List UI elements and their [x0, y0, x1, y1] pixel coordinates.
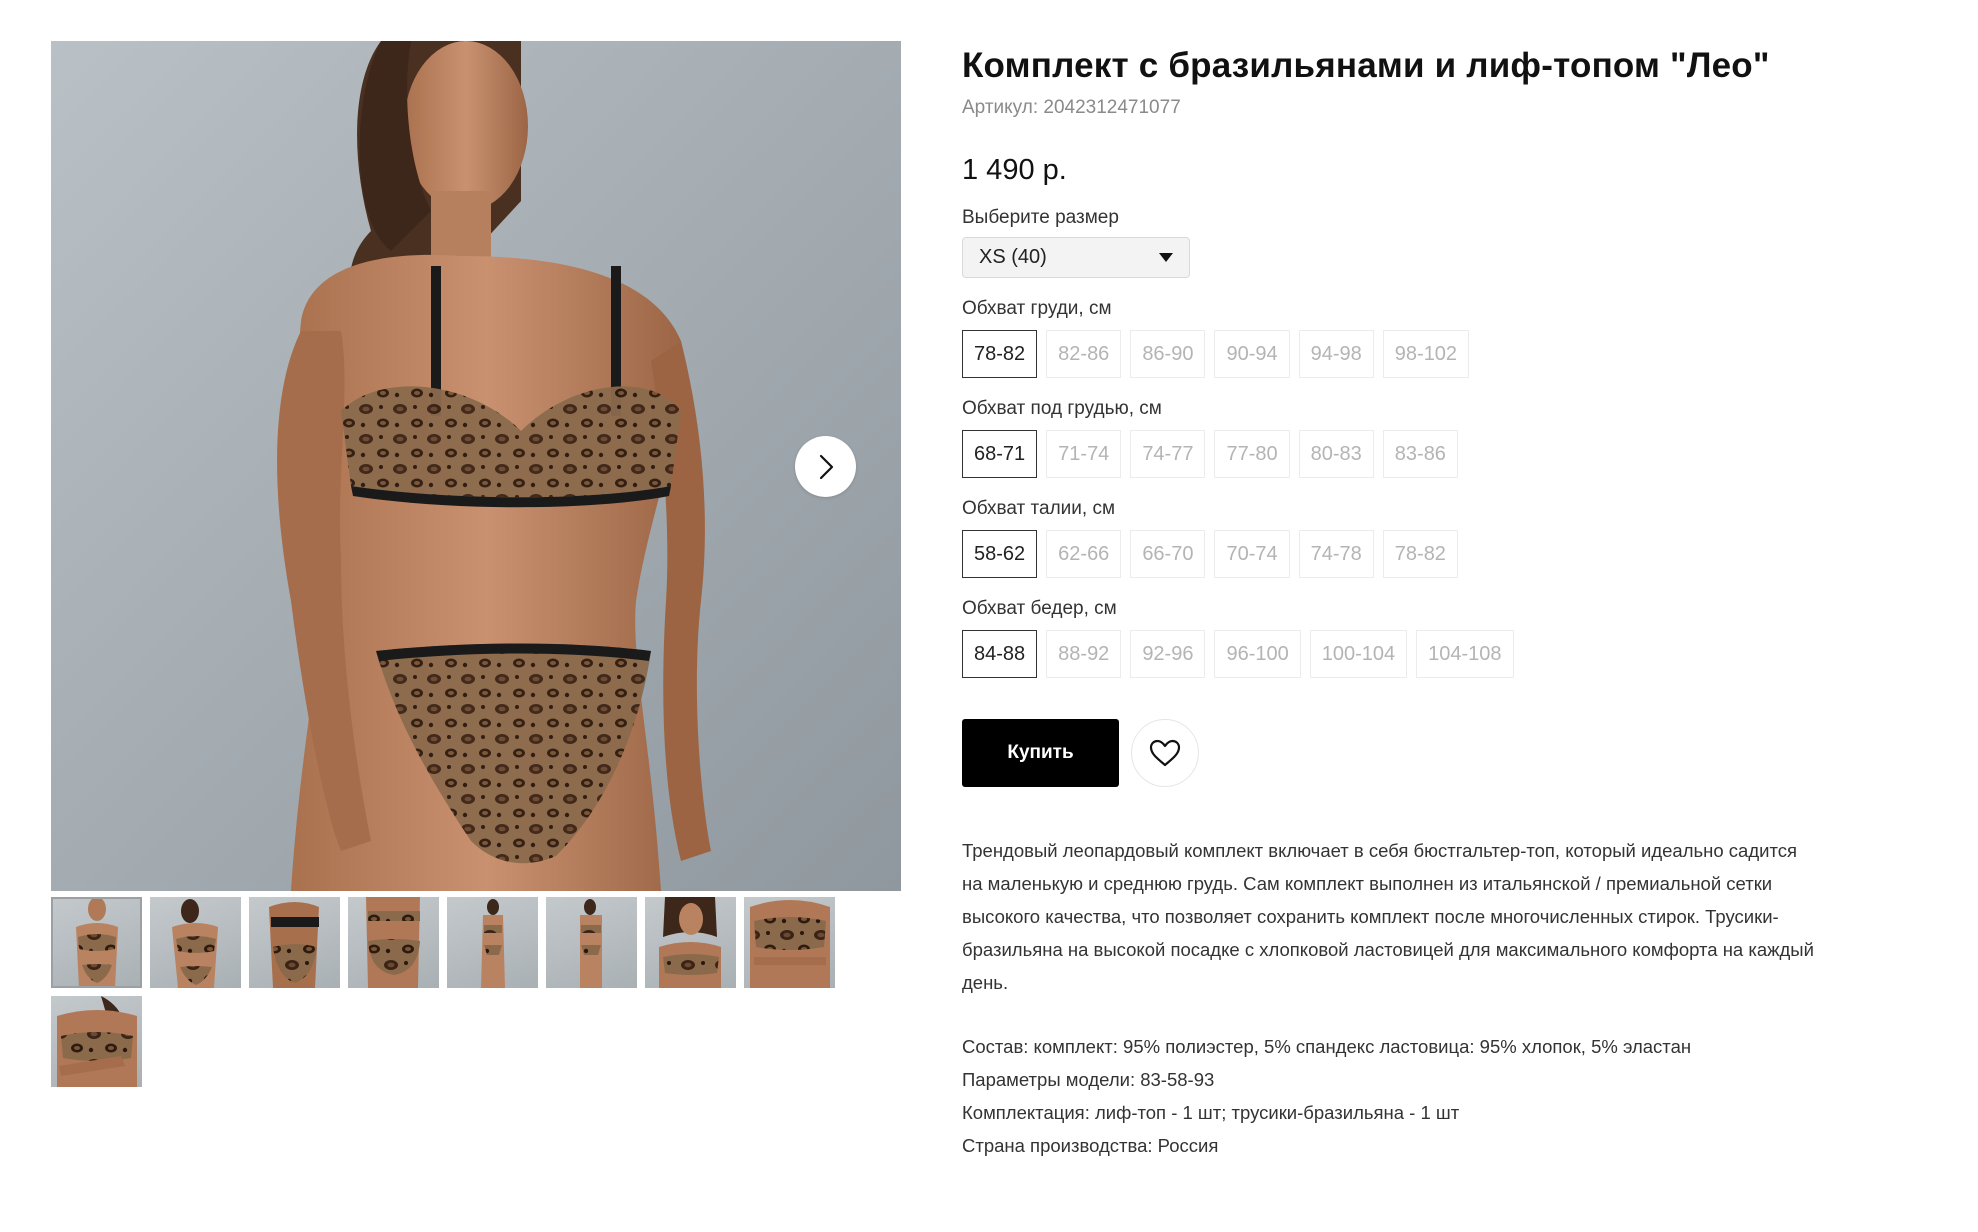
measurement-label: Обхват бедер, см	[962, 598, 1117, 619]
thumbnail[interactable]	[150, 897, 241, 988]
thumbnail[interactable]	[348, 897, 439, 988]
thumbnail[interactable]	[546, 897, 637, 988]
product-description: Трендовый леопардовый комплект включает …	[962, 840, 1814, 993]
measurement-label: Обхват под грудью, см	[962, 398, 1162, 419]
spec-line: Состав: комплект: 95% полиэстер, 5% спан…	[962, 1036, 1692, 1057]
measurement-option[interactable]: 78-82	[1382, 530, 1458, 578]
measurement-option[interactable]: 74-77	[1130, 430, 1206, 478]
product-details: Комплект с бразильянами и лиф-топом "Лео…	[962, 40, 1822, 1162]
measurement-option[interactable]: 70-74	[1214, 530, 1290, 578]
thumbnail[interactable]	[249, 897, 340, 988]
measurement-option[interactable]: 94-98	[1298, 330, 1374, 378]
measurement-group-underbust: Обхват под грудью, см 68-71 71-74 74-77 …	[962, 396, 1822, 478]
gallery-next-button[interactable]	[795, 436, 856, 497]
thumbnail[interactable]	[744, 897, 835, 988]
chevron-right-icon	[819, 454, 833, 479]
measurement-option[interactable]: 78-82	[962, 330, 1038, 378]
buy-button[interactable]: Купить	[962, 719, 1119, 787]
product-title: Комплект с бразильянами и лиф-топом "Лео…	[962, 46, 1770, 85]
measurement-options: 68-71 71-74 74-77 77-80 80-83 83-86	[962, 430, 1822, 478]
spec-line: Страна производства: Россия	[962, 1135, 1219, 1156]
add-to-favorites-button[interactable]	[1131, 719, 1199, 787]
measurement-group-bust: Обхват груди, см 78-82 82-86 86-90 90-94…	[962, 296, 1822, 378]
size-select-value: XS (40)	[979, 246, 1047, 268]
measurement-option[interactable]: 80-83	[1298, 430, 1374, 478]
size-select-label: Выберите размер	[962, 207, 1119, 228]
measurement-option[interactable]: 88-92	[1046, 630, 1122, 678]
thumbnail[interactable]	[447, 897, 538, 988]
thumbnail-strip	[51, 897, 901, 1087]
measurement-option[interactable]: 82-86	[1046, 330, 1122, 378]
spec-line: Параметры модели: 83-58-93	[962, 1069, 1215, 1090]
size-select[interactable]: XS (40)	[962, 237, 1190, 278]
product-specs: Состав: комплект: 95% полиэстер, 5% спан…	[962, 1030, 1822, 1162]
product-sku: Артикул: 2042312471077	[962, 97, 1181, 118]
purchase-actions: Купить	[962, 719, 1822, 787]
measurement-options: 84-88 88-92 92-96 96-100 100-104 104-108	[962, 630, 1822, 678]
product-price: 1 490 р.	[962, 154, 1067, 186]
measurement-label: Обхват груди, см	[962, 298, 1112, 319]
measurement-option[interactable]: 71-74	[1046, 430, 1122, 478]
measurement-option[interactable]: 84-88	[962, 630, 1038, 678]
thumbnail[interactable]	[51, 897, 142, 988]
measurement-options: 78-82 82-86 86-90 90-94 94-98 98-102	[962, 330, 1822, 378]
measurement-option[interactable]: 66-70	[1130, 530, 1206, 578]
measurement-option[interactable]: 83-86	[1382, 430, 1458, 478]
measurement-option[interactable]: 96-100	[1214, 630, 1301, 678]
measurement-option[interactable]: 77-80	[1214, 430, 1290, 478]
main-product-photo[interactable]	[51, 41, 901, 891]
measurement-option[interactable]: 62-66	[1046, 530, 1122, 578]
measurement-option[interactable]: 86-90	[1130, 330, 1206, 378]
measurement-option[interactable]: 74-78	[1298, 530, 1374, 578]
spec-line: Комплектация: лиф-топ - 1 шт; трусики-бр…	[962, 1102, 1460, 1123]
measurement-group-hips: Обхват бедер, см 84-88 88-92 92-96 96-10…	[962, 596, 1822, 678]
heart-icon	[1149, 739, 1181, 767]
measurement-label: Обхват талии, см	[962, 498, 1116, 519]
measurement-option[interactable]: 68-71	[962, 430, 1038, 478]
model-illustration	[277, 41, 711, 891]
measurement-option[interactable]: 104-108	[1416, 630, 1514, 678]
thumbnail[interactable]	[645, 897, 736, 988]
caret-down-icon	[1159, 253, 1173, 262]
measurement-option[interactable]: 90-94	[1214, 330, 1290, 378]
measurement-option[interactable]: 58-62	[962, 530, 1038, 578]
measurement-group-waist: Обхват талии, см 58-62 62-66 66-70 70-74…	[962, 496, 1822, 578]
measurement-options: 58-62 62-66 66-70 70-74 74-78 78-82	[962, 530, 1822, 578]
product-gallery	[51, 41, 901, 1087]
measurement-option[interactable]: 98-102	[1382, 330, 1470, 378]
thumbnail[interactable]	[51, 996, 142, 1087]
measurement-option[interactable]: 92-96	[1130, 630, 1206, 678]
measurement-option[interactable]: 100-104	[1309, 630, 1408, 678]
